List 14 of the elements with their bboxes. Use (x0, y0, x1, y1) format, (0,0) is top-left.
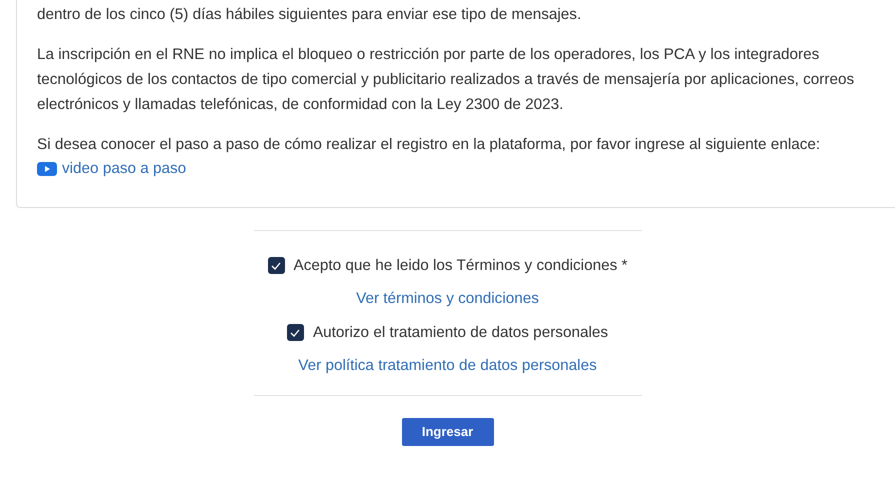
checkbox[interactable] (268, 257, 285, 274)
checkbox-label: Autorizo el tratamiento de datos personales (312, 324, 608, 342)
check-icon (271, 262, 282, 270)
paragraph: dentro de los cinco (5) días hábiles siguientes para enviar ese tipo de mensajes. (37, 5, 582, 25)
terms-link[interactable]: Ver política tratamiento de datos personales (298, 354, 597, 376)
submit-button[interactable]: Ingresar (402, 418, 494, 446)
checkbox-label: Acepto que he leido los Términos y condiciones * (294, 256, 628, 274)
play-icon (37, 162, 57, 176)
check-icon (290, 328, 300, 336)
terms-link[interactable]: Ver términos y condiciones (356, 286, 539, 310)
paragraph: La inscripción en el RNE no implica el bloqueo o restricción por parte de los operadores, los PCA y los integradores tecnológicos de los contactos de tipo comercial y publicitario realizados a través de mensajería por aplicaciones, correos electrónicos y llamadas telefónicas, de conformidad con la Ley 2300 de 2023. (37, 45, 856, 115)
paragraph: Si desea conocer el paso a paso de cómo realizar el registro en la plataforma, por favor ingrese al siguiente enlace: (37, 135, 822, 155)
checkbox[interactable] (286, 324, 304, 341)
video-link[interactable]: video paso a paso (37, 157, 186, 180)
